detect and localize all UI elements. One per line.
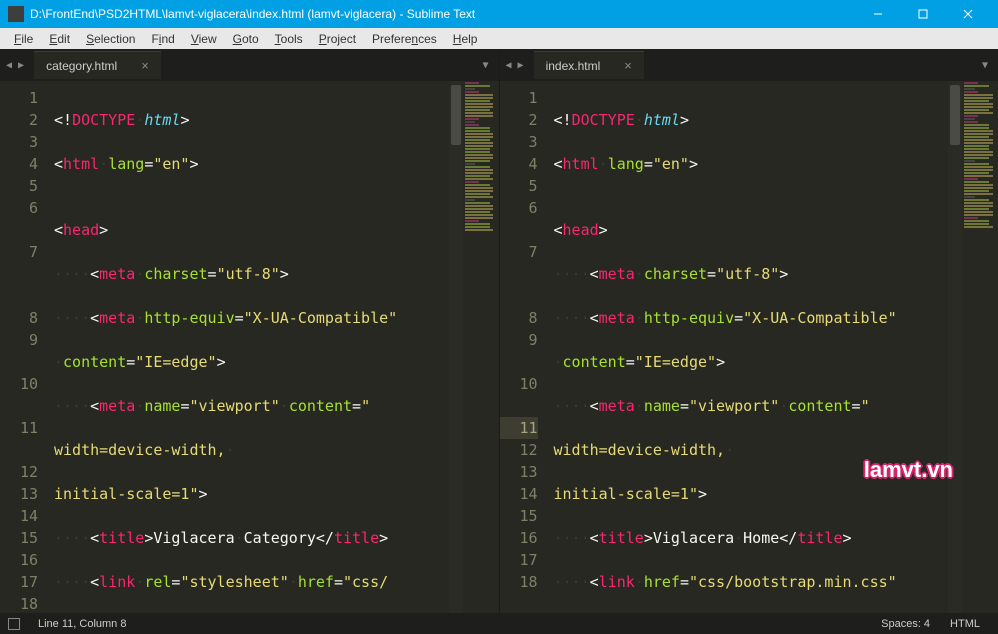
menubar: File Edit Selection Find View Goto Tools… <box>0 28 998 49</box>
gutter-left: 123456 7 89 10 11 12131415161718 <box>0 81 48 613</box>
scrollbar-thumb[interactable] <box>950 85 960 145</box>
tab-menu-icon[interactable]: ▼ <box>982 60 988 71</box>
tab-history-arrows[interactable]: ◀ ▶ <box>0 60 30 71</box>
window-controls <box>855 0 990 28</box>
syntax-setting[interactable]: HTML <box>940 618 990 630</box>
tabbar-right: ◀ ▶ index.html × ▼ <box>500 49 998 81</box>
editor-right[interactable]: 123456 7 89 10 1112131415161718 <!DOCTYP… <box>500 81 998 613</box>
titlebar: D:\FrontEnd\PSD2HTML\lamvt-viglacera\ind… <box>0 0 998 28</box>
pane-right: ◀ ▶ index.html × ▼ 123456 7 89 10 111213… <box>500 49 998 613</box>
tab-menu-icon[interactable]: ▼ <box>482 60 488 71</box>
code-right[interactable]: <!DOCTYPE·html> <html·lang="en"> <head> … <box>548 81 949 613</box>
minimap-left[interactable] <box>463 81 499 613</box>
cursor-position[interactable]: Line 11, Column 8 <box>28 618 136 630</box>
statusbar: Line 11, Column 8 Spaces: 4 HTML <box>0 613 998 634</box>
menu-help[interactable]: Help <box>445 30 486 48</box>
editor-left[interactable]: 123456 7 89 10 11 12131415161718 <!DOCTY… <box>0 81 499 613</box>
window-title: D:\FrontEnd\PSD2HTML\lamvt-viglacera\ind… <box>30 7 855 21</box>
menu-goto[interactable]: Goto <box>225 30 267 48</box>
close-icon[interactable]: × <box>624 58 632 73</box>
maximize-button[interactable] <box>900 0 945 28</box>
workspace: ◀ ▶ category.html × ▼ 123456 7 89 10 11 … <box>0 49 998 613</box>
menu-view[interactable]: View <box>183 30 225 48</box>
menu-tools[interactable]: Tools <box>267 30 311 48</box>
menu-preferences[interactable]: Preferences <box>364 30 445 48</box>
menu-file[interactable]: File <box>6 30 41 48</box>
menu-edit[interactable]: Edit <box>41 30 78 48</box>
tab-label: category.html <box>46 59 117 73</box>
menu-find[interactable]: Find <box>143 30 182 48</box>
gutter-right: 123456 7 89 10 1112131415161718 <box>500 81 548 613</box>
tab-label: index.html <box>546 59 601 73</box>
tab-category[interactable]: category.html × <box>34 51 161 79</box>
scrollbar-vertical[interactable] <box>948 81 962 613</box>
scrollbar-vertical[interactable] <box>449 81 463 613</box>
minimize-button[interactable] <box>855 0 900 28</box>
minimap-right[interactable] <box>962 81 998 613</box>
tab-history-arrows[interactable]: ◀ ▶ <box>500 60 530 71</box>
tabbar-left: ◀ ▶ category.html × ▼ <box>0 49 499 81</box>
close-icon[interactable]: × <box>141 58 149 73</box>
code-left[interactable]: <!DOCTYPE·html> <html·lang="en"> <head> … <box>48 81 449 613</box>
tab-index[interactable]: index.html × <box>534 51 644 79</box>
indent-setting[interactable]: Spaces: 4 <box>871 618 940 630</box>
menu-project[interactable]: Project <box>311 30 364 48</box>
scrollbar-thumb[interactable] <box>451 85 461 145</box>
app-icon <box>8 6 24 22</box>
close-button[interactable] <box>945 0 990 28</box>
pane-left: ◀ ▶ category.html × ▼ 123456 7 89 10 11 … <box>0 49 500 613</box>
statusbar-icon[interactable] <box>8 618 20 630</box>
menu-selection[interactable]: Selection <box>78 30 143 48</box>
